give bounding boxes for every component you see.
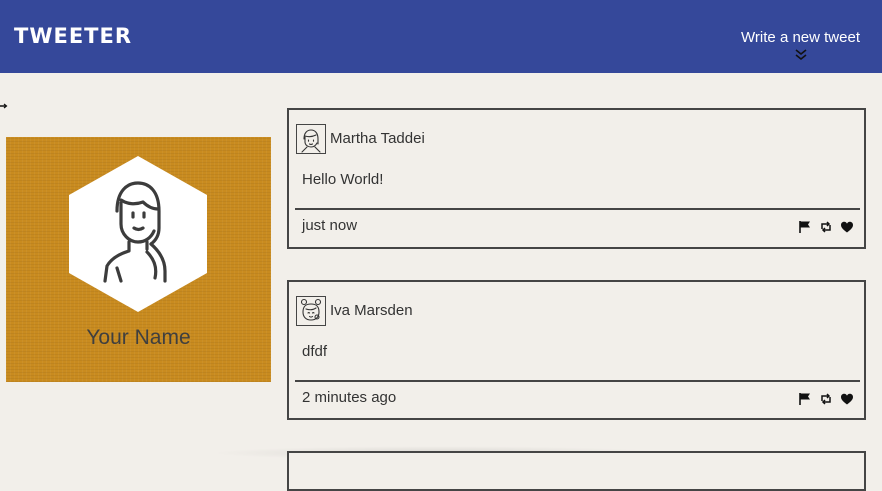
write-tweet-label[interactable]: Write a new tweet: [741, 29, 860, 47]
tweet-timestamp: just now: [302, 217, 358, 234]
tweet-actions: [798, 392, 854, 406]
tweet-text: dfdf: [302, 343, 328, 360]
tweet-actions: [798, 220, 854, 234]
tweet-author: Iva Marsden: [330, 302, 413, 319]
tweet-divider: [295, 208, 860, 210]
tweet-text: Hello World!: [302, 171, 384, 188]
girl-buns-avatar-icon: [300, 298, 322, 321]
double-chevron-down-icon[interactable]: [794, 49, 808, 61]
tweet-timestamp: 2 minutes ago: [302, 389, 397, 406]
tweet-author: Martha Taddei: [330, 130, 425, 147]
tweet-card: [287, 451, 866, 491]
heart-icon[interactable]: [840, 392, 854, 406]
profile-name: Your Name: [86, 326, 191, 349]
brand-logo[interactable]: TWEETER: [14, 22, 132, 50]
tweet-card: Iva Marsden dfdf 2 minutes ago: [287, 280, 866, 420]
tweet-divider: [295, 380, 860, 382]
girl-avatar-icon: [301, 129, 321, 153]
tweet-avatar: [296, 124, 326, 154]
retweet-icon[interactable]: [819, 392, 833, 406]
tweet-card: Martha Taddei Hello World! just now: [287, 108, 866, 249]
flag-icon[interactable]: [798, 220, 812, 234]
write-tweet-button[interactable]: Write a new tweet: [741, 29, 860, 61]
top-nav: TWEETER Write a new tweet: [0, 0, 882, 73]
tweet-avatar: [296, 296, 326, 326]
profile-card: Your Name: [6, 137, 271, 382]
arrow-right-icon: [0, 103, 8, 109]
profile-avatar: [69, 156, 207, 312]
retweet-icon[interactable]: [819, 220, 833, 234]
flag-icon[interactable]: [798, 392, 812, 406]
heart-icon[interactable]: [840, 220, 854, 234]
